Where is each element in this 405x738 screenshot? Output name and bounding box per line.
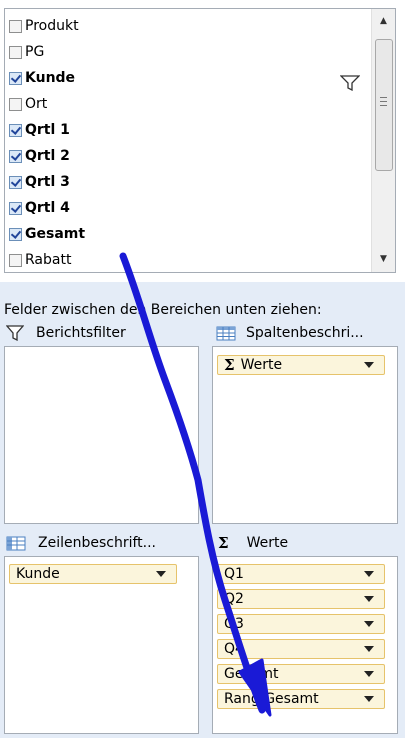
field-checkbox[interactable]	[9, 19, 22, 33]
field-checkbox[interactable]	[9, 253, 22, 267]
chip-label: Werte	[240, 357, 283, 373]
areas-panel: Felder zwischen den Bereichen unten zieh…	[0, 282, 405, 738]
values-label: Werte	[246, 535, 289, 551]
report-filter-area[interactable]	[4, 346, 199, 524]
field-item-qrtl-2[interactable]: Qrtl 2	[5, 143, 70, 169]
field-label: PG	[25, 44, 45, 60]
column-labels-header: Spaltenbeschri...	[216, 322, 364, 344]
chevron-down-icon[interactable]	[156, 571, 166, 577]
field-list[interactable]: Produkt PG Kunde Ort Qrtl 1 Qrtl 2 Qrtl …	[4, 8, 396, 273]
chevron-down-icon[interactable]	[364, 596, 374, 602]
sigma-icon: Σ	[218, 534, 229, 552]
chip-label: Kunde	[16, 566, 60, 582]
report-filter-label: Berichtsfilter	[36, 325, 126, 341]
field-checkbox[interactable]	[9, 201, 22, 215]
value-chip-q1[interactable]: Q1	[217, 564, 385, 584]
chevron-down-icon[interactable]	[364, 646, 374, 652]
report-filter-header: Berichtsfilter	[6, 322, 126, 344]
chip-label: Rang Gesamt	[224, 691, 319, 707]
field-checkbox[interactable]	[9, 123, 22, 137]
row-chip-kunde[interactable]: Kunde	[9, 564, 177, 584]
sigma-icon: Σ	[224, 356, 235, 374]
chip-label: Q2	[224, 591, 244, 607]
values-area[interactable]: Q1 Q2 Q3 Q4 Gesamt Rang Gesamt	[212, 556, 398, 734]
row-labels-header: Zeilenbeschrift...	[6, 532, 156, 554]
field-item-kunde[interactable]: Kunde	[5, 65, 75, 91]
field-checkbox[interactable]	[9, 97, 22, 111]
field-item-gesamt[interactable]: Gesamt	[5, 221, 85, 247]
column-labels-label: Spaltenbeschri...	[246, 325, 364, 341]
value-chip-q4[interactable]: Q4	[217, 639, 385, 659]
field-label: Qrtl 4	[25, 200, 70, 216]
chevron-down-icon[interactable]	[364, 621, 374, 627]
field-item-qrtl-1[interactable]: Qrtl 1	[5, 117, 70, 143]
value-chip-q3[interactable]: Q3	[217, 614, 385, 634]
field-item-qrtl-3[interactable]: Qrtl 3	[5, 169, 70, 195]
value-chip-q2[interactable]: Q2	[217, 589, 385, 609]
field-checkbox[interactable]	[9, 71, 22, 85]
field-checkbox[interactable]	[9, 227, 22, 241]
chevron-down-icon[interactable]	[364, 671, 374, 677]
field-checkbox[interactable]	[9, 175, 22, 189]
field-label: Rabatt	[25, 252, 72, 268]
field-label: Kunde	[25, 70, 76, 86]
field-checkbox[interactable]	[9, 149, 22, 163]
column-chip-werte[interactable]: Σ Werte	[217, 355, 385, 375]
field-list-panel: Produkt PG Kunde Ort Qrtl 1 Qrtl 2 Qrtl …	[0, 0, 405, 282]
chip-label: Gesamt	[224, 666, 279, 682]
funnel-icon[interactable]	[340, 75, 360, 91]
field-list-scrollbar[interactable]: ▲ ▼	[371, 9, 395, 272]
field-item-qrtl-4[interactable]: Qrtl 4	[5, 195, 70, 221]
value-chip-rang-gesamt[interactable]: Rang Gesamt	[217, 689, 385, 709]
chip-label: Q4	[224, 641, 244, 657]
chevron-down-icon[interactable]	[364, 571, 374, 577]
field-checkbox[interactable]	[9, 45, 22, 59]
chevron-down-icon[interactable]	[364, 362, 374, 368]
row-labels-label: Zeilenbeschrift...	[38, 535, 157, 551]
chip-label: Q3	[224, 616, 244, 632]
values-header: Σ Werte	[218, 532, 288, 554]
field-item-pg[interactable]: PG	[5, 39, 44, 65]
funnel-icon	[6, 325, 24, 341]
field-item-produkt[interactable]: Produkt	[5, 13, 79, 39]
field-item-rabatt[interactable]: Rabatt	[5, 247, 72, 272]
field-label: Gesamt	[25, 226, 86, 242]
table-icon	[216, 326, 236, 340]
chevron-down-icon[interactable]	[364, 696, 374, 702]
chip-label: Q1	[224, 566, 244, 582]
field-label: Ort	[25, 96, 48, 112]
field-label: Qrtl 1	[25, 122, 70, 138]
row-labels-area[interactable]: Kunde	[4, 556, 199, 734]
column-labels-area[interactable]: Σ Werte	[212, 346, 398, 524]
field-label: Produkt	[25, 18, 79, 34]
field-label: Qrtl 3	[25, 174, 70, 190]
scroll-up-icon[interactable]: ▲	[372, 11, 395, 31]
table-icon	[6, 536, 26, 550]
scroll-down-icon[interactable]: ▼	[372, 249, 395, 269]
instruction-text: Felder zwischen den Bereichen unten zieh…	[4, 302, 322, 318]
field-item-ort[interactable]: Ort	[5, 91, 47, 117]
field-label: Qrtl 2	[25, 148, 70, 164]
scroll-thumb[interactable]	[375, 39, 393, 171]
value-chip-gesamt[interactable]: Gesamt	[217, 664, 385, 684]
